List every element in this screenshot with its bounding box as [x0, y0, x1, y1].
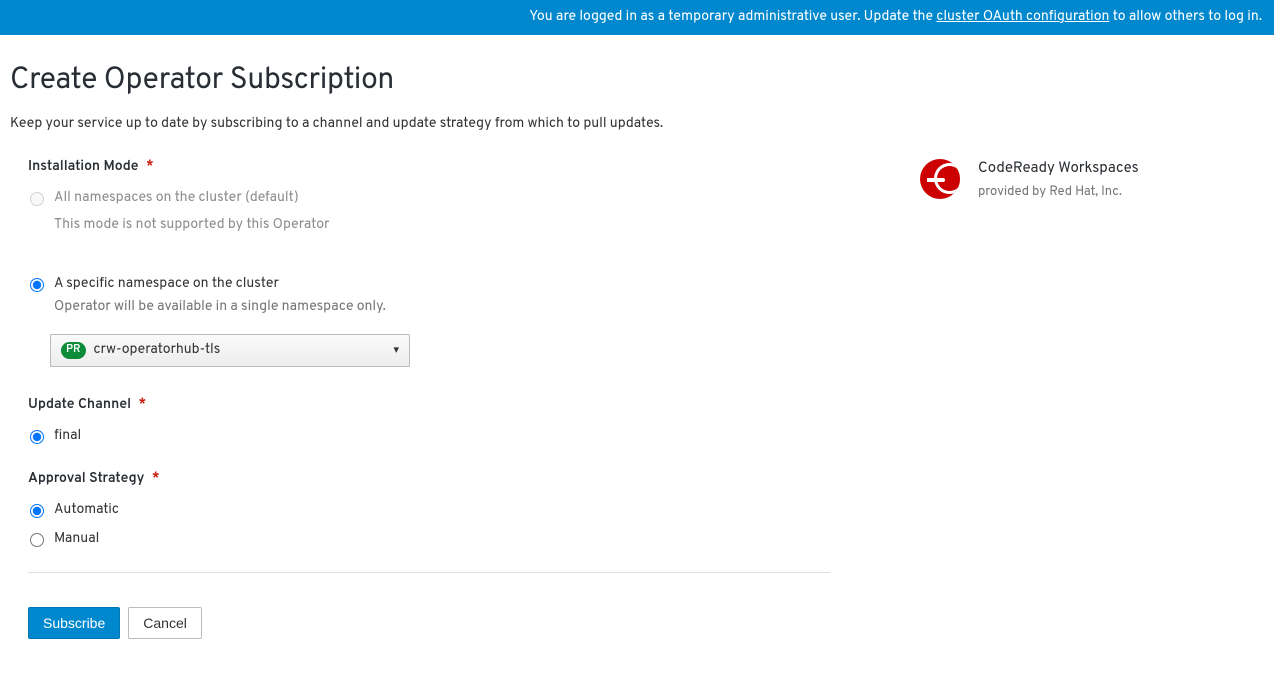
approval-manual-label[interactable]: Manual	[54, 531, 99, 548]
install-mode-all-helper: This mode is not supported by this Opera…	[54, 217, 830, 234]
install-mode-specific-radio[interactable]	[30, 278, 44, 292]
admin-login-banner: You are logged in as a temporary adminis…	[0, 0, 1274, 35]
page-description: Keep your service up to date by subscrib…	[10, 116, 1264, 133]
approval-strategy-label: Approval Strategy *	[28, 471, 830, 488]
install-mode-specific-label[interactable]: A specific namespace on the cluster	[54, 276, 279, 293]
namespace-select-value: crw-operatorhub-tls	[94, 342, 221, 359]
namespace-select[interactable]: PR crw-operatorhub-tls ▾	[50, 334, 410, 367]
chevron-down-icon: ▾	[393, 343, 399, 358]
approval-manual-radio[interactable]	[30, 533, 44, 547]
namespace-badge: PR	[61, 342, 86, 359]
update-channel-final-radio[interactable]	[30, 430, 44, 444]
installation-mode-label: Installation Mode *	[28, 159, 830, 176]
cancel-button[interactable]: Cancel	[128, 607, 202, 639]
operator-provider: provided by Red Hat, Inc.	[978, 184, 1139, 200]
approval-automatic-radio[interactable]	[30, 504, 44, 518]
required-indicator: *	[139, 397, 147, 414]
subscribe-button[interactable]: Subscribe	[28, 607, 120, 639]
required-indicator: *	[152, 471, 160, 488]
banner-suffix: to allow others to log in.	[1113, 9, 1262, 26]
oauth-config-link[interactable]: cluster OAuth configuration	[936, 9, 1109, 26]
required-indicator: *	[146, 159, 154, 176]
install-mode-all-label: All namespaces on the cluster (default)	[54, 190, 299, 207]
update-channel-label: Update Channel *	[28, 397, 830, 414]
operator-name: CodeReady Workspaces	[978, 159, 1139, 178]
operator-logo-icon	[920, 159, 960, 199]
update-channel-final-label[interactable]: final	[54, 428, 81, 445]
install-mode-all-radio	[30, 192, 44, 206]
page-title: Create Operator Subscription	[10, 63, 1264, 100]
form-divider	[28, 572, 830, 573]
install-mode-specific-helper: Operator will be available in a single n…	[54, 299, 830, 316]
approval-automatic-label[interactable]: Automatic	[54, 502, 119, 519]
banner-prefix: You are logged in as a temporary adminis…	[529, 9, 936, 26]
